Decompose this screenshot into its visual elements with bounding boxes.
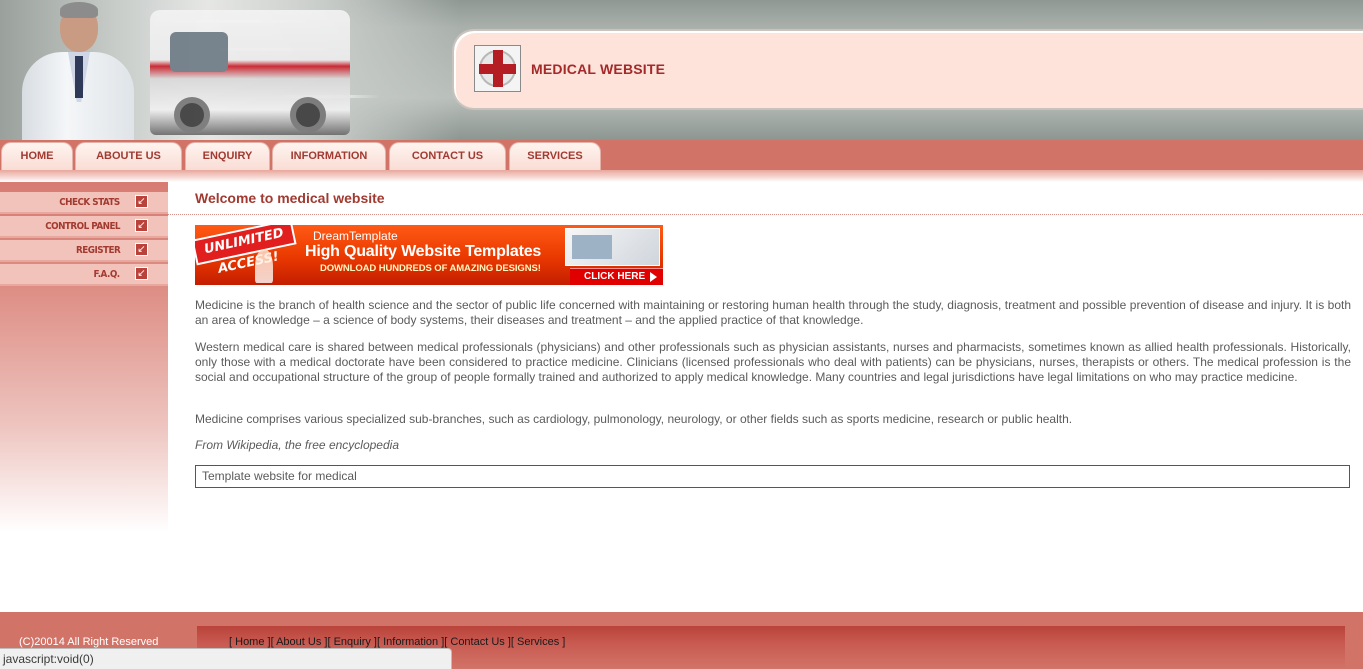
tab-enquiry[interactable]: ENQUIRY (185, 142, 270, 170)
sidebar-item-label: F.A.Q. (93, 269, 121, 280)
click-here-button[interactable]: CLICK HERE (570, 268, 663, 285)
paragraph: Medicine comprises various specialized s… (195, 412, 1073, 426)
sidebar-item-register[interactable]: REGISTER ↙ (0, 240, 168, 262)
footer-links: [ Home ][ About Us ][ Enquiry ][ Informa… (229, 636, 566, 648)
paragraph: Medicine is the branch of health science… (195, 298, 1351, 327)
tab-contact-us[interactable]: CONTACT US (389, 142, 506, 170)
sidebar-item-label: REGISTER (75, 245, 121, 256)
sidebar-item-label: CONTROL PANEL (45, 221, 120, 232)
doctor-image (22, 0, 134, 140)
template-preview-image (565, 228, 660, 266)
footer-link-enquiry[interactable]: Enquiry (334, 636, 371, 648)
red-cross-icon (474, 45, 521, 92)
hero-image (0, 0, 460, 140)
ambulance-image (150, 10, 350, 135)
arrow-icon: ↙ (135, 243, 148, 256)
tab-about-us[interactable]: ABOUTE US (75, 142, 182, 170)
play-arrow-icon (650, 272, 657, 282)
divider (168, 214, 1363, 215)
banner-badge: UNLIMITED ACCESS! (195, 225, 297, 277)
title-panel: MEDICAL WEBSITE (452, 29, 1363, 110)
footer-link-home[interactable]: Home (235, 636, 264, 648)
header: MEDICAL WEBSITE (0, 0, 1363, 140)
ad-banner[interactable]: UNLIMITED ACCESS! DreamTemplate High Qua… (195, 225, 663, 285)
tab-services[interactable]: SERVICES (509, 142, 601, 170)
sidebar-item-label: CHECK STATS (59, 197, 121, 208)
footer-link-about-us[interactable]: About Us (276, 636, 321, 648)
banner-subtext: DOWNLOAD HUNDREDS OF AMAZING DESIGNS! (320, 263, 541, 274)
main-nav: HOME ABOUTE US ENQUIRY INFORMATION CONTA… (0, 140, 1363, 182)
sidebar-item-control-panel[interactable]: CONTROL PANEL ↙ (0, 216, 168, 238)
footer-link-information[interactable]: Information (383, 636, 438, 648)
sidebar-item-faq[interactable]: F.A.Q. ↙ (0, 264, 168, 286)
banner-headline: High Quality Website Templates (305, 243, 542, 260)
footer-link-contact-us[interactable]: Contact Us (450, 636, 504, 648)
tab-home[interactable]: HOME (1, 142, 73, 170)
browser-status-bar: javascript:void(0) (0, 648, 452, 669)
person-image (255, 249, 273, 283)
sidebar: CHECK STATS ↙ CONTROL PANEL ↙ REGISTER ↙… (0, 182, 168, 532)
tab-information[interactable]: INFORMATION (272, 142, 386, 170)
click-here-label: CLICK HERE (584, 271, 646, 282)
banner-brand: DreamTemplate (313, 229, 398, 243)
paragraph: Western medical care is shared between m… (195, 340, 1351, 384)
page-title: Welcome to medical website (195, 190, 385, 206)
arrow-icon: ↙ (135, 195, 148, 208)
source-note: From Wikipedia, the free encyclopedia (195, 438, 399, 452)
arrow-icon: ↙ (135, 267, 148, 280)
sidebar-item-check-stats[interactable]: CHECK STATS ↙ (0, 192, 168, 214)
footer-link-services[interactable]: Services (517, 636, 559, 648)
template-note-box: Template website for medical (195, 465, 1350, 488)
copyright: (C)20014 All Right Reserved (19, 636, 159, 648)
arrow-icon: ↙ (135, 219, 148, 232)
site-title: MEDICAL WEBSITE (531, 61, 666, 77)
main-content: Welcome to medical website UNLIMITED ACC… (168, 182, 1363, 612)
